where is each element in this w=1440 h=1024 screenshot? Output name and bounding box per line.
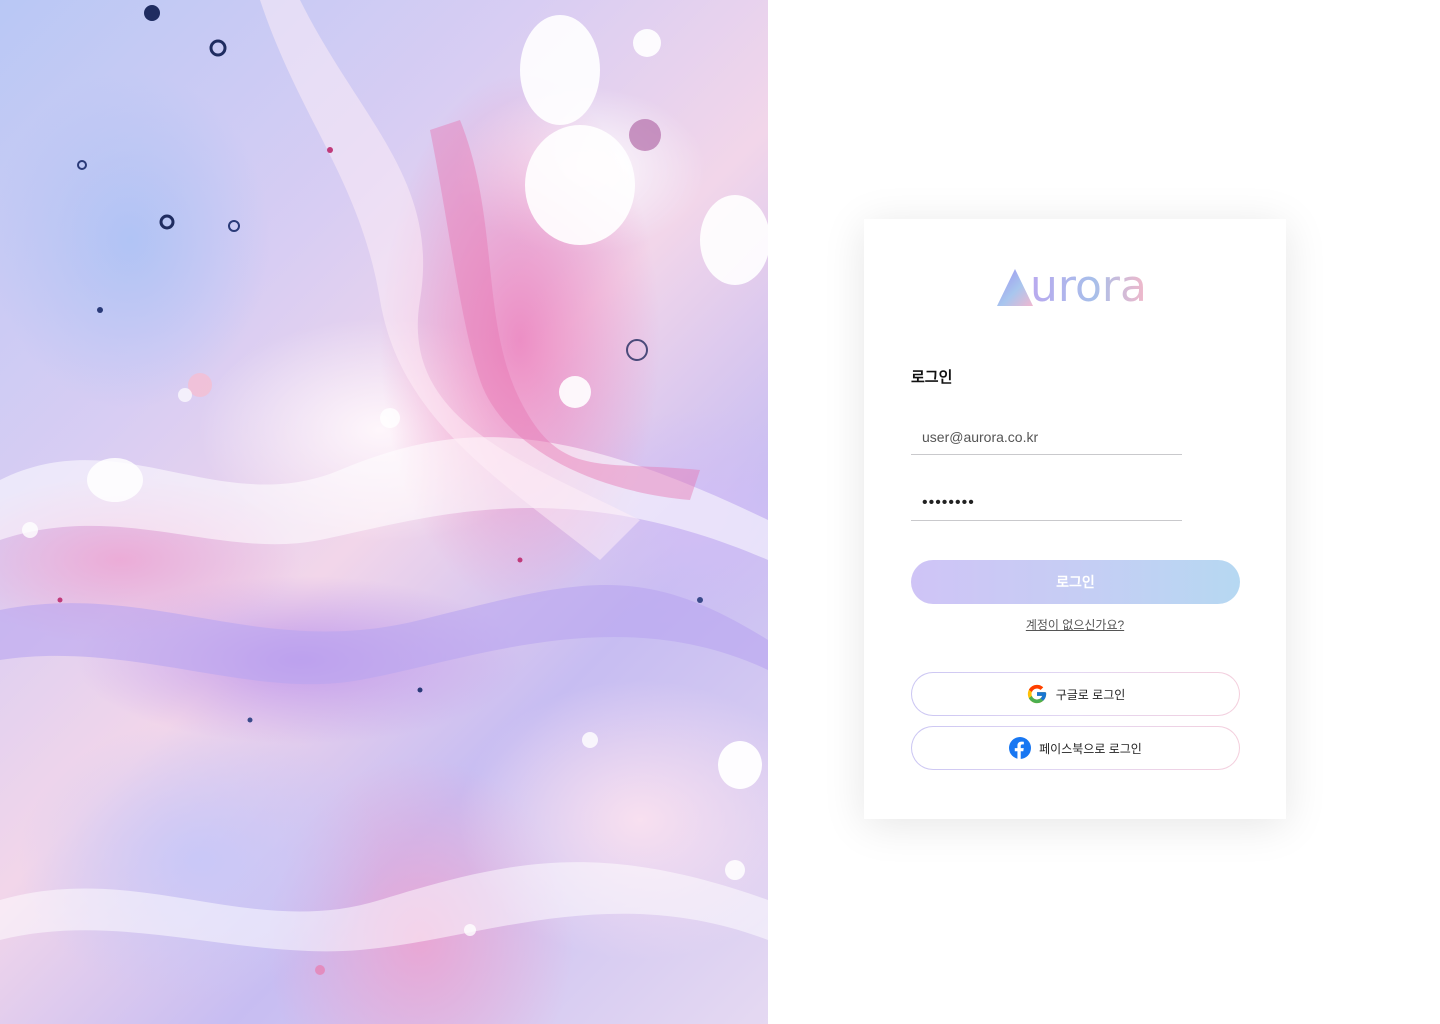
signup-link[interactable]: 계정이 없으신가요? [1026, 618, 1124, 632]
google-login-button[interactable]: 구글로 로그인 [911, 672, 1240, 716]
triangle-gradient-icon [997, 269, 1033, 306]
aurora-logo: urora [996, 263, 1147, 311]
marble-bubbles [0, 0, 768, 975]
login-title: 로그인 [911, 369, 953, 386]
marble-artwork-image [0, 0, 768, 1024]
google-login-label: 구글로 로그인 [1055, 687, 1126, 702]
email-input[interactable] [911, 419, 1182, 455]
facebook-login-label: 페이스북으로 로그인 [1039, 741, 1142, 756]
login-card: urora 로그인 로그인 계정이 없으신가요? 구글로 로그인 [864, 219, 1286, 819]
password-input[interactable] [911, 485, 1182, 521]
login-page: urora 로그인 로그인 계정이 없으신가요? 구글로 로그인 [0, 0, 1440, 1024]
logo-wordmark: urora [1030, 261, 1147, 312]
facebook-login-button[interactable]: 페이스북으로 로그인 [911, 726, 1240, 770]
login-button[interactable]: 로그인 [911, 560, 1240, 604]
signup-prompt: 계정이 없으신가요? [864, 616, 1286, 633]
facebook-icon [1009, 737, 1032, 759]
google-icon [1026, 683, 1048, 705]
